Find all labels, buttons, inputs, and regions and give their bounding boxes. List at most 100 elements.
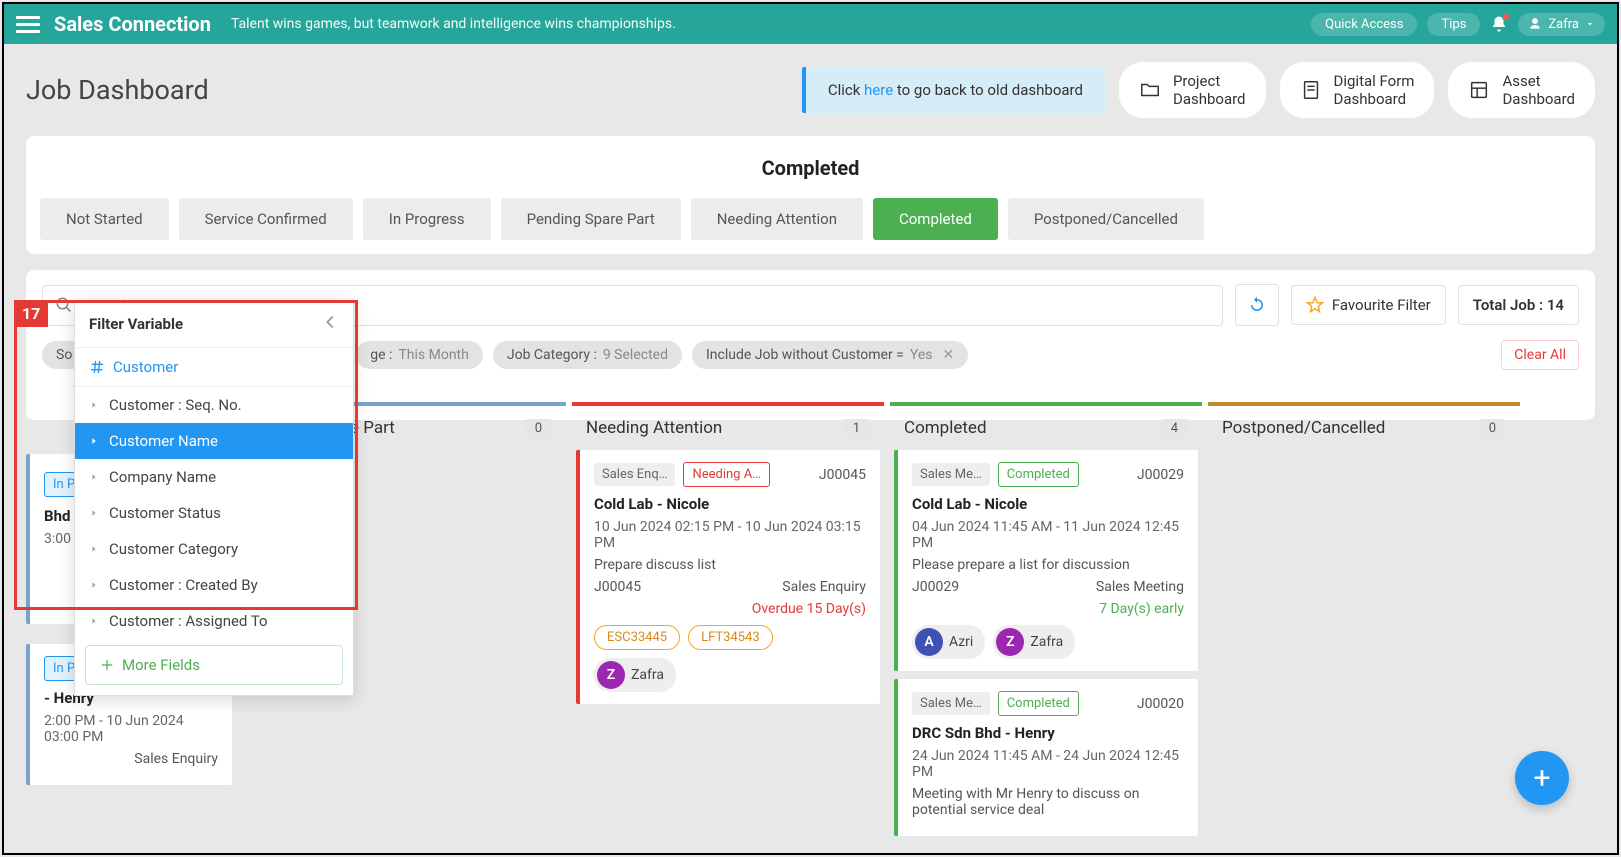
card-job-id: J00020	[1137, 696, 1184, 712]
project-dashboard-button[interactable]: ProjectDashboard	[1119, 62, 1266, 118]
avatar: Z	[996, 628, 1024, 656]
quick-access-button[interactable]: Quick Access	[1311, 13, 1417, 36]
avatar: Z	[597, 661, 625, 689]
callout-badge: 17	[14, 300, 48, 327]
asset-dashboard-button[interactable]: AssetDashboard	[1448, 62, 1595, 118]
card-dates: 24 Jun 2024 11:45 AM - 24 Jun 2024 12:45…	[912, 748, 1184, 780]
old-dashboard-link[interactable]: here	[864, 81, 893, 99]
star-icon	[1306, 296, 1324, 314]
tab-pending-spare-part[interactable]: Pending Spare Part	[501, 198, 681, 240]
old-dashboard-banner: Click here to go back to old dashboard	[802, 67, 1105, 113]
more-fields-button[interactable]: More Fields	[85, 645, 343, 685]
column-header-needing: Needing Attention 1	[572, 402, 884, 450]
column-header-postponed: Postponed/Cancelled 0	[1208, 402, 1520, 450]
status-panel: Completed Not Started Service Confirmed …	[26, 136, 1595, 254]
bell-icon[interactable]	[1490, 15, 1508, 33]
card-ref-pill: ESC33445	[594, 625, 680, 650]
assignee-chip[interactable]: ZZafra	[594, 658, 676, 692]
refresh-icon	[1248, 296, 1266, 314]
card-early: 7 Day(s) early	[912, 601, 1184, 617]
tab-needing-attention[interactable]: Needing Attention	[691, 198, 863, 240]
card-overdue: Overdue 15 Day(s)	[594, 601, 866, 617]
topbar: Sales Connection Talent wins games, but …	[4, 4, 1617, 44]
card-ref-pill: LFT34543	[688, 625, 773, 650]
column-header-spare: e Part 0	[336, 402, 566, 450]
plus-icon: +	[1533, 761, 1550, 796]
digital-form-dashboard-button[interactable]: Digital FormDashboard	[1280, 62, 1435, 118]
job-card[interactable]: Sales Me… Completed J00020 DRC Sdn Bhd -…	[894, 679, 1198, 836]
card-status-badge: Completed	[998, 462, 1079, 487]
card-dates: 10 Jun 2024 02:15 PM - 10 Jun 2024 03:15…	[594, 519, 866, 551]
filter-item[interactable]: Customer : Assigned To	[75, 603, 353, 639]
header-row: Job Dashboard Click here to go back to o…	[4, 44, 1617, 136]
chevron-right-icon	[89, 400, 99, 410]
clear-all-button[interactable]: Clear All	[1501, 340, 1579, 370]
brand: Sales Connection	[54, 12, 211, 36]
close-icon[interactable]: ✕	[943, 347, 955, 363]
filter-chip[interactable]: ge : This Month	[356, 341, 483, 369]
filter-item[interactable]: Customer Category	[75, 531, 353, 567]
card-title: Cold Lab - Nicole	[594, 495, 866, 513]
user-menu[interactable]: Zafra	[1518, 13, 1605, 36]
tips-button[interactable]: Tips	[1427, 13, 1480, 36]
page-title: Job Dashboard	[26, 74, 209, 106]
card-title: Cold Lab - Nicole	[912, 495, 1184, 513]
status-heading: Completed	[40, 156, 1581, 180]
add-job-fab[interactable]: +	[1515, 751, 1569, 805]
filter-item[interactable]: Customer Name	[75, 423, 353, 459]
card-category-tag: Sales Enq…	[594, 463, 675, 486]
refresh-button[interactable]	[1235, 284, 1279, 326]
filter-item[interactable]: Company Name	[75, 459, 353, 495]
card-description: Meeting with Mr Henry to discuss on pote…	[912, 786, 1184, 818]
form-icon	[1300, 79, 1322, 101]
filter-chip[interactable]: Include Job without Customer = Yes✕	[692, 341, 968, 369]
plus-icon	[100, 658, 114, 672]
job-card[interactable]: Sales Me… Completed J00029 Cold Lab - Ni…	[894, 450, 1198, 671]
card-job-id: J00045	[819, 467, 866, 483]
folder-icon	[1139, 79, 1161, 101]
card-category-tag: Sales Me…	[912, 463, 990, 486]
chevron-right-icon	[89, 580, 99, 590]
chevron-right-icon	[89, 472, 99, 482]
card-status-badge: Completed	[998, 691, 1079, 716]
filter-chip[interactable]: Job Category : 9 Selected	[493, 341, 682, 369]
user-name: Zafra	[1548, 17, 1579, 32]
hash-icon	[89, 359, 105, 375]
chevron-right-icon	[89, 436, 99, 446]
tab-completed[interactable]: Completed	[873, 198, 998, 240]
avatar: A	[915, 628, 943, 656]
tab-not-started[interactable]: Not Started	[40, 198, 169, 240]
assignee-chip[interactable]: AAzri	[912, 625, 985, 659]
filter-item[interactable]: Customer : Created By	[75, 567, 353, 603]
chevron-right-icon	[89, 616, 99, 626]
filter-item[interactable]: Customer : Seq. No.	[75, 387, 353, 423]
menu-icon[interactable]	[16, 12, 40, 36]
card-dates: 04 Jun 2024 11:45 AM - 11 Jun 2024 12:45…	[912, 519, 1184, 551]
assignee-chip[interactable]: ZZafra	[993, 625, 1075, 659]
tab-in-progress[interactable]: In Progress	[363, 198, 491, 240]
card-category-tag: Sales Me…	[912, 692, 990, 715]
card-job-id: J00029	[1137, 467, 1184, 483]
filter-item[interactable]: Customer Status	[75, 495, 353, 531]
search-icon	[55, 296, 73, 314]
asset-icon	[1468, 79, 1490, 101]
tagline: Talent wins games, but teamwork and inte…	[231, 16, 676, 32]
tab-postponed-cancelled[interactable]: Postponed/Cancelled	[1008, 198, 1204, 240]
favourite-filter-button[interactable]: Favourite Filter	[1291, 285, 1446, 325]
card-description: Prepare discuss list	[594, 557, 866, 573]
job-card[interactable]: Sales Enq… Needing A… J00045 Cold Lab - …	[576, 450, 880, 704]
total-job-count: Total Job : 14	[1458, 285, 1579, 325]
popup-title: Filter Variable	[89, 315, 183, 333]
tab-service-confirmed[interactable]: Service Confirmed	[179, 198, 353, 240]
card-description: Please prepare a list for discussion	[912, 557, 1184, 573]
chevron-right-icon	[89, 508, 99, 518]
popup-category: Customer	[75, 348, 353, 387]
chevron-right-icon	[89, 544, 99, 554]
card-title: DRC Sdn Bhd - Henry	[912, 724, 1184, 742]
column-header-completed: Completed 4	[890, 402, 1202, 450]
status-tabs: Not Started Service Confirmed In Progres…	[40, 198, 1581, 240]
filter-variable-popup: Filter Variable Customer Customer : Seq.…	[74, 300, 354, 696]
back-icon[interactable]	[321, 313, 339, 335]
card-dates: 2:00 PM - 10 Jun 2024 03:00 PM	[44, 713, 218, 745]
card-status-badge: Needing A…	[683, 462, 769, 487]
